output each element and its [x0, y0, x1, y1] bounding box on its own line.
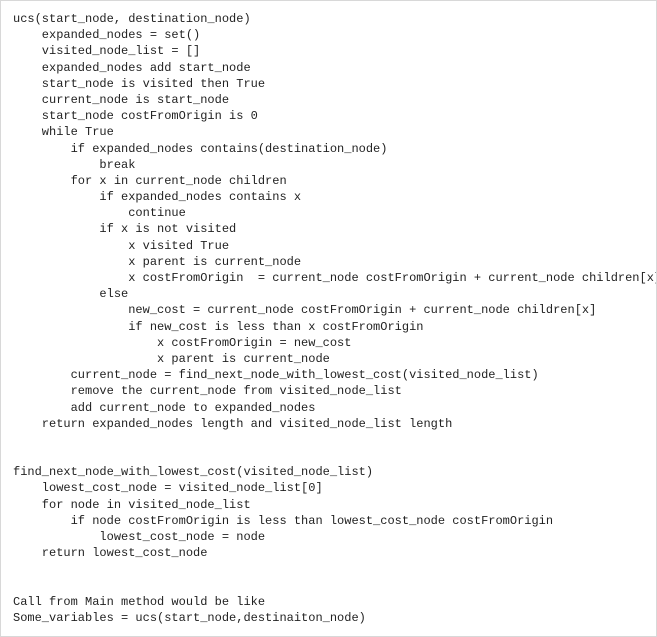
pseudocode-block: ucs(start_node, destination_node) expand…: [0, 0, 657, 637]
